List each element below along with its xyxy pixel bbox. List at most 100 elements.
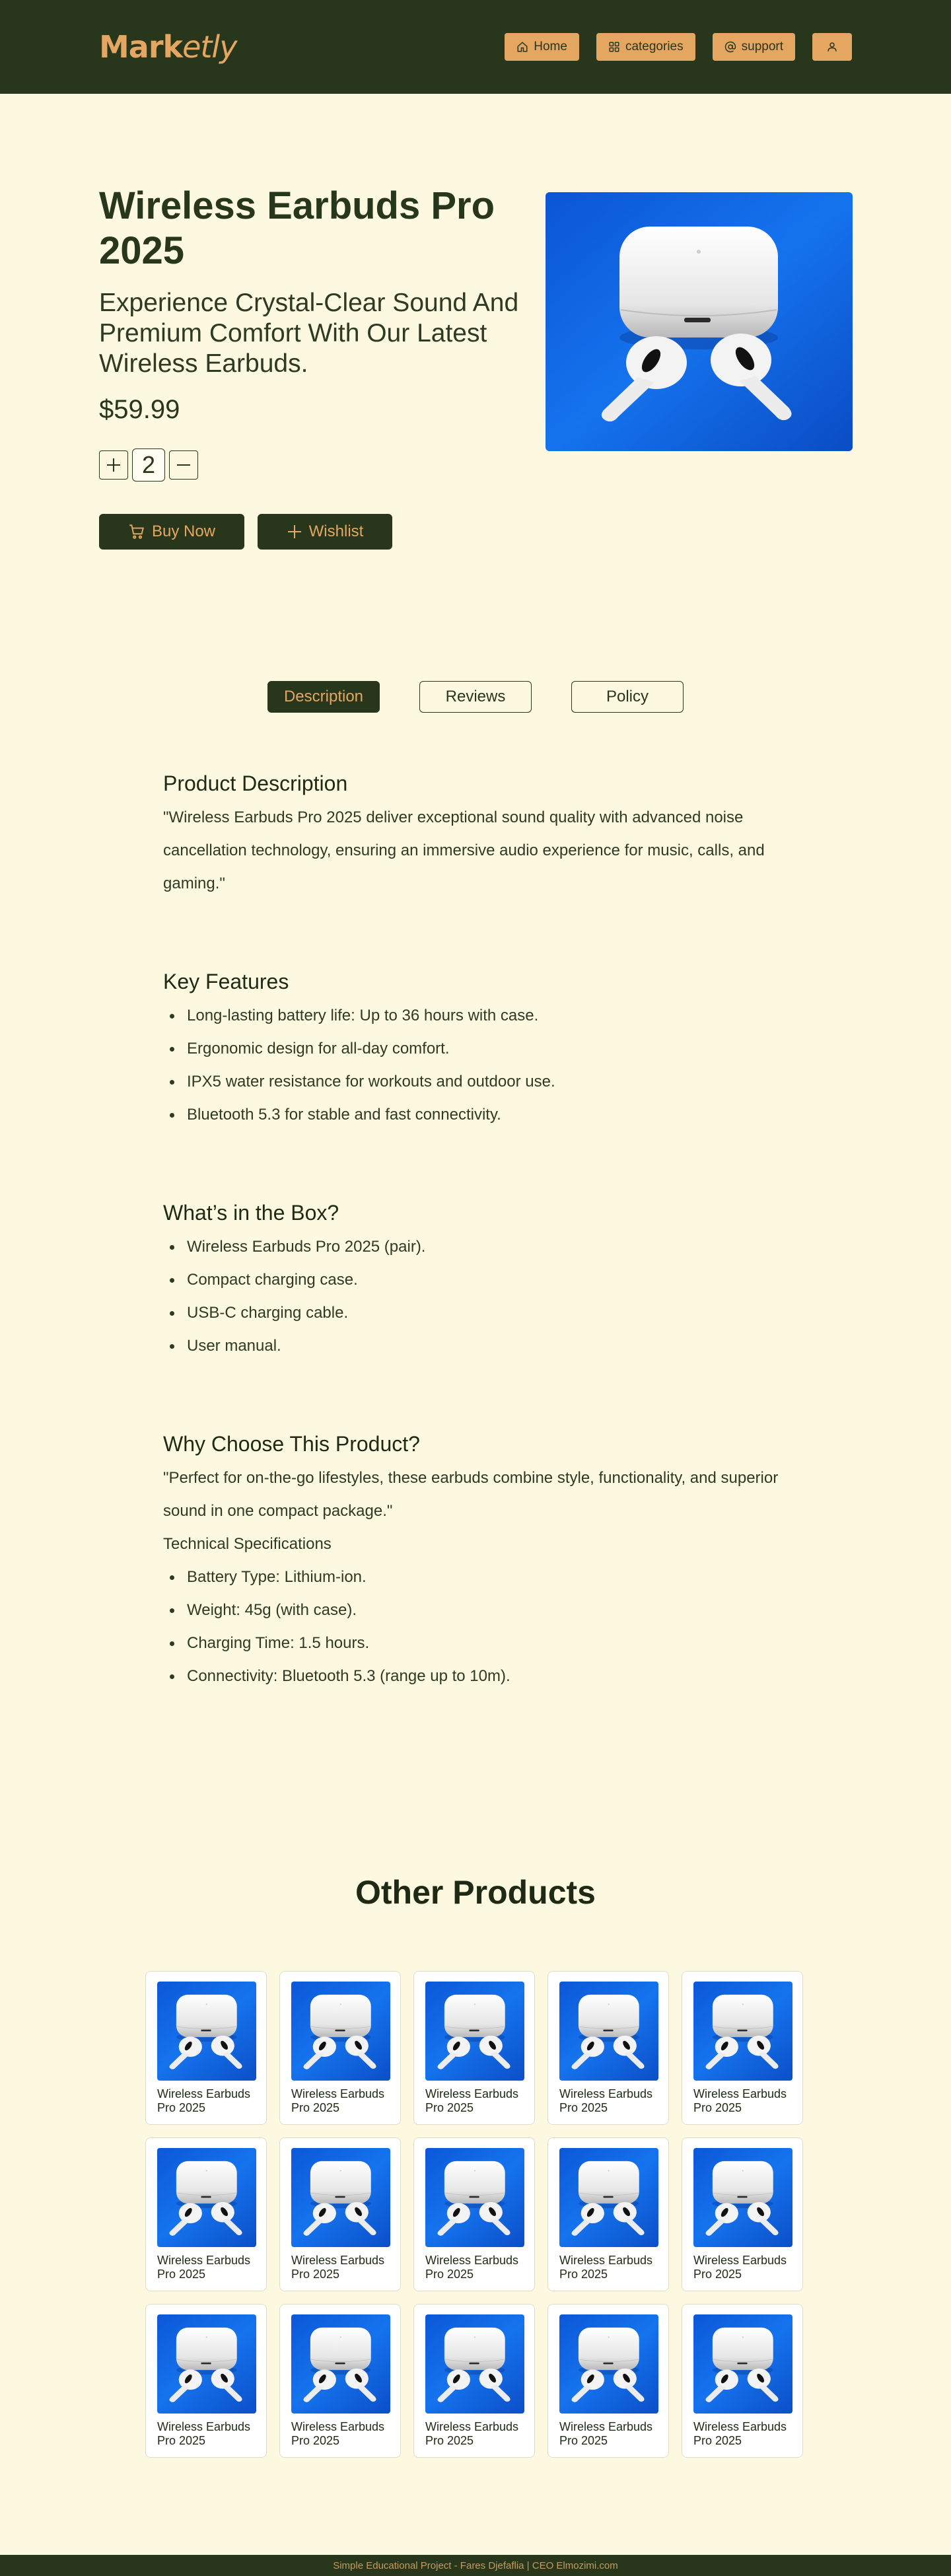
at-icon — [724, 41, 736, 53]
product-card[interactable]: Wireless Earbuds Pro 2025 — [547, 2304, 669, 2458]
product-card-name: Wireless Earbuds Pro 2025 — [425, 2420, 519, 2447]
list-item: Weight: 45g (with case). — [163, 1594, 797, 1627]
grid-icon — [609, 42, 619, 52]
tech-spec-list: Battery Type: Lithium-ion. Weight: 45g (… — [163, 1561, 797, 1693]
product-thumbnail — [425, 1982, 524, 2081]
product-subtitle: Experience Crystal-Clear Sound And Premi… — [99, 289, 519, 378]
product-thumbnail — [157, 1982, 256, 2081]
product-card[interactable]: Wireless Earbuds Pro 2025 — [145, 1971, 267, 2125]
logo-bold-text: Mark — [99, 29, 183, 65]
product-thumbnail — [291, 2148, 390, 2247]
quantity-value[interactable]: 2 — [132, 448, 165, 482]
product-thumbnail — [559, 2314, 658, 2414]
nav-home-label: Home — [534, 40, 567, 54]
product-title: Wireless Earbuds Pro 2025 — [99, 184, 495, 272]
product-thumbnail — [559, 1982, 658, 2081]
list-item: User manual. — [163, 1330, 797, 1363]
product-thumbnail — [559, 2148, 658, 2247]
plus-icon — [287, 525, 301, 538]
product-card[interactable]: Wireless Earbuds Pro 2025 — [682, 2304, 803, 2458]
buy-now-button[interactable]: Buy Now — [99, 514, 244, 550]
product-card-name: Wireless Earbuds Pro 2025 — [291, 2254, 385, 2281]
product-card[interactable]: Wireless Earbuds Pro 2025 — [279, 1971, 401, 2125]
why-text: "Perfect for on-the-go lifestyles, these… — [163, 1469, 779, 1520]
wishlist-button[interactable]: Wishlist — [258, 514, 392, 550]
product-thumbnail — [425, 2148, 524, 2247]
tab-policy[interactable]: Policy — [571, 681, 684, 713]
product-thumbnail — [425, 2314, 524, 2414]
product-thumbnail — [693, 2148, 792, 2247]
product-description-section: Product Description "Wireless Earbuds Pr… — [163, 771, 797, 900]
product-card-name: Wireless Earbuds Pro 2025 — [559, 2420, 653, 2447]
product-card[interactable]: Wireless Earbuds Pro 2025 — [279, 2137, 401, 2291]
product-card[interactable]: Wireless Earbuds Pro 2025 — [547, 2137, 669, 2291]
product-card-name: Wireless Earbuds Pro 2025 — [291, 2087, 385, 2114]
footer-text: Simple Educational Project - Fares Djefa… — [333, 2559, 618, 2571]
wishlist-label: Wishlist — [308, 522, 364, 540]
nav-categories-label: categories — [625, 40, 684, 54]
features-heading: Key Features — [163, 970, 289, 993]
why-choose-section: Why Choose This Product? "Perfect for on… — [163, 1432, 797, 1693]
site-footer: Simple Educational Project - Fares Djefa… — [0, 2555, 951, 2576]
box-heading: What’s in the Box? — [163, 1201, 339, 1225]
nav-support-button[interactable]: support — [712, 33, 795, 61]
quantity-decrease-button[interactable] — [169, 450, 198, 480]
list-item: IPX5 water resistance for workouts and o… — [163, 1065, 797, 1098]
product-card[interactable]: Wireless Earbuds Pro 2025 — [413, 2304, 535, 2458]
site-logo[interactable]: Marketly — [99, 29, 237, 65]
product-thumbnail — [291, 2314, 390, 2414]
quantity-increase-button[interactable] — [99, 450, 128, 480]
list-item: Charging Time: 1.5 hours. — [163, 1627, 797, 1660]
product-card[interactable]: Wireless Earbuds Pro 2025 — [682, 1971, 803, 2125]
main-nav: Home categories support — [505, 33, 852, 61]
other-products-heading: Other Products — [355, 1874, 596, 1911]
product-card-name: Wireless Earbuds Pro 2025 — [693, 2087, 787, 2114]
product-card-name: Wireless Earbuds Pro 2025 — [157, 2420, 251, 2447]
list-item: Compact charging case. — [163, 1264, 797, 1297]
product-price: $59.99 — [99, 395, 180, 424]
product-card-name: Wireless Earbuds Pro 2025 — [559, 2254, 653, 2281]
list-item: Long-lasting battery life: Up to 36 hour… — [163, 999, 797, 1032]
tech-spec-heading: Technical Specifications — [163, 1535, 332, 1553]
product-card-name: Wireless Earbuds Pro 2025 — [693, 2254, 787, 2281]
list-item: Battery Type: Lithium-ion. — [163, 1561, 797, 1594]
product-card-name: Wireless Earbuds Pro 2025 — [291, 2420, 385, 2447]
product-thumbnail — [693, 2314, 792, 2414]
nav-account-button[interactable] — [812, 33, 852, 61]
user-icon — [828, 42, 837, 52]
buy-now-label: Buy Now — [151, 522, 216, 540]
home-icon — [517, 42, 528, 52]
description-text: "Wireless Earbuds Pro 2025 deliver excep… — [163, 808, 765, 892]
tab-reviews[interactable]: Reviews — [419, 681, 532, 713]
product-card[interactable]: Wireless Earbuds Pro 2025 — [145, 2304, 267, 2458]
features-list: Long-lasting battery life: Up to 36 hour… — [163, 999, 797, 1131]
nav-categories-button[interactable]: categories — [596, 33, 695, 61]
list-item: Connectivity: Bluetooth 5.3 (range up to… — [163, 1660, 797, 1693]
product-card[interactable]: Wireless Earbuds Pro 2025 — [413, 2137, 535, 2291]
product-actions: Buy Now Wishlist — [99, 514, 392, 550]
product-thumbnail — [291, 1982, 390, 2081]
product-card-name: Wireless Earbuds Pro 2025 — [559, 2087, 653, 2114]
list-item: USB-C charging cable. — [163, 1297, 797, 1330]
minus-icon — [177, 464, 190, 466]
product-card[interactable]: Wireless Earbuds Pro 2025 — [279, 2304, 401, 2458]
product-card-name: Wireless Earbuds Pro 2025 — [157, 2087, 251, 2114]
box-list: Wireless Earbuds Pro 2025 (pair). Compac… — [163, 1231, 797, 1363]
product-image — [546, 192, 853, 451]
nav-home-button[interactable]: Home — [505, 33, 579, 61]
product-card-name: Wireless Earbuds Pro 2025 — [693, 2420, 787, 2447]
product-card[interactable]: Wireless Earbuds Pro 2025 — [547, 1971, 669, 2125]
key-features-section: Key Features Long-lasting battery life: … — [163, 970, 797, 1131]
product-card[interactable]: Wireless Earbuds Pro 2025 — [413, 1971, 535, 2125]
why-heading: Why Choose This Product? — [163, 1432, 420, 1456]
product-card[interactable]: Wireless Earbuds Pro 2025 — [682, 2137, 803, 2291]
product-card-name: Wireless Earbuds Pro 2025 — [425, 2254, 519, 2281]
list-item: Wireless Earbuds Pro 2025 (pair). — [163, 1231, 797, 1264]
plus-icon — [107, 458, 120, 472]
tab-description[interactable]: Description — [267, 681, 380, 713]
product-thumbnail — [693, 1982, 792, 2081]
product-card[interactable]: Wireless Earbuds Pro 2025 — [145, 2137, 267, 2291]
product-thumbnail — [157, 2148, 256, 2247]
product-card-name: Wireless Earbuds Pro 2025 — [157, 2254, 251, 2281]
other-products-grid: Wireless Earbuds Pro 2025 Wireless Earbud… — [145, 1971, 803, 2458]
